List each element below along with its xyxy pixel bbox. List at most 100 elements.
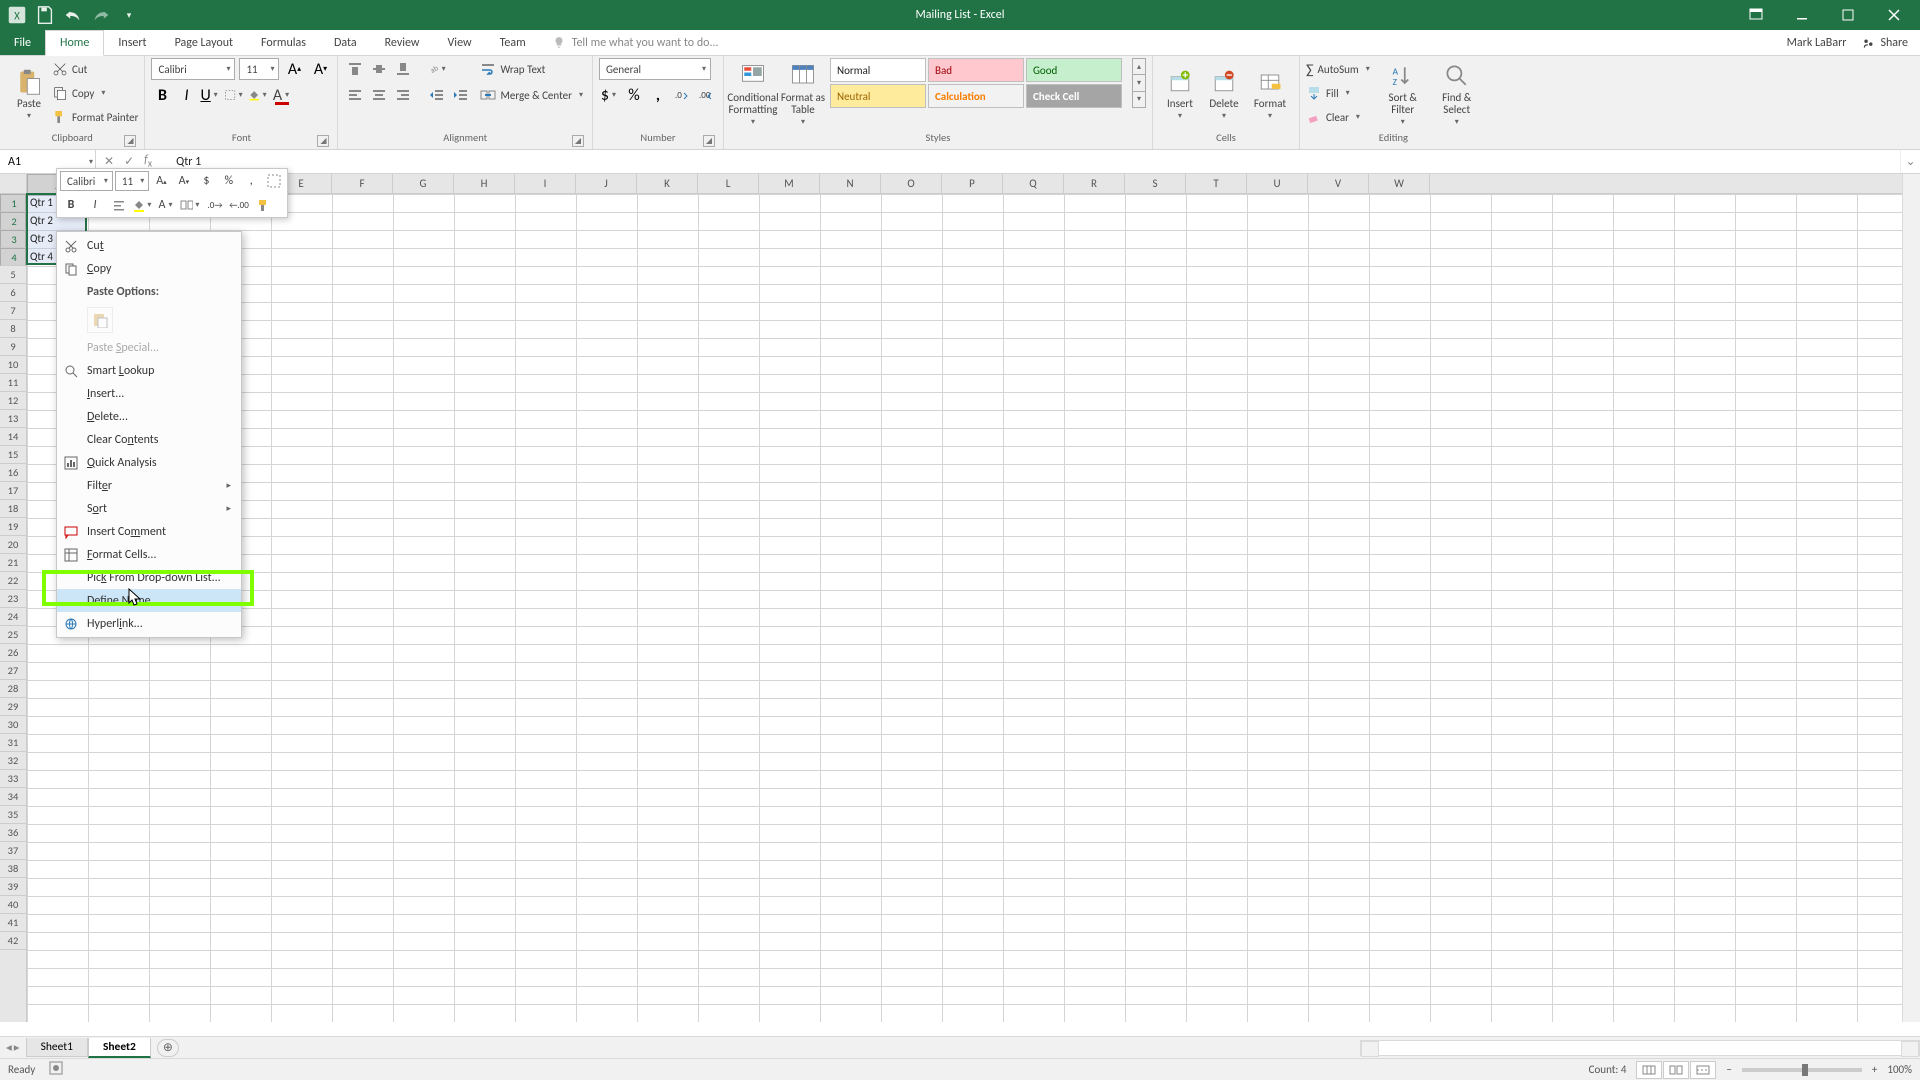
ctx-insert-comment[interactable]: Insert Comment (57, 520, 241, 543)
tab-team[interactable]: Team (486, 30, 540, 55)
delete-cells-button[interactable]: Delete▾ (1203, 58, 1245, 130)
ctx-clear-contents[interactable]: Clear Contents (57, 428, 241, 451)
row-header-15[interactable]: 15 (0, 446, 26, 464)
mini-align-icon[interactable] (108, 194, 130, 216)
italic-button[interactable]: I (175, 84, 197, 106)
cell-a3[interactable]: Qtr 3 (27, 230, 56, 248)
find-select-button[interactable]: Find & Select▾ (1433, 58, 1481, 130)
row-header-20[interactable]: 20 (0, 536, 26, 554)
style-calculation[interactable]: Calculation (928, 84, 1024, 108)
col-header-g[interactable]: G (393, 174, 454, 193)
enter-formula-icon[interactable]: ✓ (124, 154, 134, 169)
mini-bold-icon[interactable]: B (60, 194, 82, 216)
col-header-v[interactable]: V (1308, 174, 1369, 193)
align-left-icon[interactable] (344, 84, 366, 106)
font-size-select[interactable]: 11▾ (239, 58, 279, 80)
select-all-corner[interactable] (0, 174, 27, 194)
qat-dropdown-icon[interactable]: ▾ (118, 4, 140, 26)
row-header-31[interactable]: 31 (0, 734, 26, 752)
align-top-icon[interactable] (344, 58, 366, 80)
row-header-35[interactable]: 35 (0, 806, 26, 824)
font-name-select[interactable]: Calibri▾ (151, 58, 235, 80)
align-center-icon[interactable] (368, 84, 390, 106)
cut-button[interactable]: Cut (52, 58, 138, 80)
user-name[interactable]: Mark LaBarr (1787, 36, 1847, 50)
tab-home[interactable]: Home (45, 30, 104, 56)
orientation-icon[interactable]: ab▾ (426, 58, 448, 80)
tab-file[interactable]: File (0, 30, 45, 55)
row-header-39[interactable]: 39 (0, 878, 26, 896)
decrease-decimal-icon[interactable]: .00 (695, 84, 717, 106)
align-middle-icon[interactable] (368, 58, 390, 80)
row-header-37[interactable]: 37 (0, 842, 26, 860)
ctx-cut[interactable]: Cut (57, 234, 241, 257)
zoom-slider[interactable] (1742, 1068, 1862, 1072)
row-header-41[interactable]: 41 (0, 914, 26, 932)
wrap-text-button[interactable]: Wrap Text (480, 58, 586, 80)
row-header-29[interactable]: 29 (0, 698, 26, 716)
col-header-p[interactable]: P (942, 174, 1003, 193)
maximize-icon[interactable] (1828, 0, 1868, 30)
style-neutral[interactable]: Neutral (830, 84, 926, 108)
row-header-9[interactable]: 9 (0, 338, 26, 356)
borders-button[interactable]: ▾ (223, 84, 245, 106)
expand-formula-bar-icon[interactable]: ⌄ (1900, 150, 1920, 173)
row-header-38[interactable]: 38 (0, 860, 26, 878)
sheet-tab-2[interactable]: Sheet2 (88, 1038, 151, 1058)
tab-data[interactable]: Data (320, 30, 371, 55)
row-header-1[interactable]: 1 (0, 194, 26, 212)
format-cells-button[interactable]: Format▾ (1247, 58, 1293, 130)
ctx-pick-from-list[interactable]: Pick From Drop-down List... (57, 566, 241, 589)
col-header-j[interactable]: J (576, 174, 637, 193)
row-header-16[interactable]: 16 (0, 464, 26, 482)
row-header-10[interactable]: 10 (0, 356, 26, 374)
format-painter-button[interactable]: Format Painter (52, 106, 138, 128)
ctx-format-cells[interactable]: Format Cells... (57, 543, 241, 566)
mini-comma-icon[interactable]: , (241, 170, 261, 192)
accounting-format-icon[interactable]: $▾ (599, 84, 621, 106)
page-layout-view-icon[interactable] (1663, 1061, 1689, 1079)
cells-area[interactable]: Qtr 1 Qtr 2 Qtr 3 Qtr 4 (27, 194, 1902, 1022)
row-header-26[interactable]: 26 (0, 644, 26, 662)
row-header-25[interactable]: 25 (0, 626, 26, 644)
row-header-4[interactable]: 4 (0, 248, 26, 266)
worksheet-grid[interactable]: ABCDEFGHIJKLMNOPQRSTUVW 1234567891011121… (0, 174, 1920, 1040)
vertical-scrollbar[interactable] (1902, 174, 1920, 1022)
redo-icon[interactable] (90, 4, 112, 26)
sheet-nav[interactable]: ◂▸ (0, 1040, 26, 1055)
col-header-t[interactable]: T (1186, 174, 1247, 193)
align-bottom-icon[interactable] (392, 58, 414, 80)
col-header-n[interactable]: N (820, 174, 881, 193)
col-header-m[interactable]: M (759, 174, 820, 193)
mini-percent-icon[interactable]: % (219, 170, 239, 192)
minimize-icon[interactable] (1782, 0, 1822, 30)
row-header-2[interactable]: 2 (0, 212, 26, 230)
mini-font-name[interactable]: Calibri▾ (60, 171, 113, 191)
style-check-cell[interactable]: Check Cell (1026, 84, 1122, 108)
number-launcher[interactable]: ◢ (703, 135, 715, 147)
ctx-paste-default[interactable] (87, 307, 113, 333)
cell-styles-gallery[interactable]: Normal Bad Good Neutral Calculation Chec… (830, 58, 1130, 108)
row-header-36[interactable]: 36 (0, 824, 26, 842)
decrease-indent-icon[interactable] (426, 84, 448, 106)
col-header-q[interactable]: Q (1003, 174, 1064, 193)
tab-review[interactable]: Review (371, 30, 434, 55)
row-header-19[interactable]: 19 (0, 518, 26, 536)
normal-view-icon[interactable] (1636, 1061, 1662, 1079)
ctx-filter[interactable]: Filter▸ (57, 474, 241, 497)
zoom-level[interactable]: 100% (1887, 1063, 1912, 1076)
close-icon[interactable] (1874, 0, 1914, 30)
font-launcher[interactable]: ◢ (317, 135, 329, 147)
fill-button[interactable]: Fill▾ (1306, 82, 1373, 104)
cell-a4[interactable]: Qtr 4 (27, 248, 56, 266)
clipboard-launcher[interactable]: ◢ (124, 135, 136, 147)
tab-formulas[interactable]: Formulas (247, 30, 320, 55)
row-header-24[interactable]: 24 (0, 608, 26, 626)
row-header-12[interactable]: 12 (0, 392, 26, 410)
zoom-out-icon[interactable]: − (1726, 1063, 1731, 1076)
insert-cells-button[interactable]: Insert▾ (1159, 58, 1201, 130)
mini-borders-icon[interactable] (264, 170, 284, 192)
sheet-tab-1[interactable]: Sheet1 (26, 1038, 88, 1057)
row-headers[interactable]: 1234567891011121314151617181920212223242… (0, 194, 27, 1022)
col-header-f[interactable]: F (332, 174, 393, 193)
